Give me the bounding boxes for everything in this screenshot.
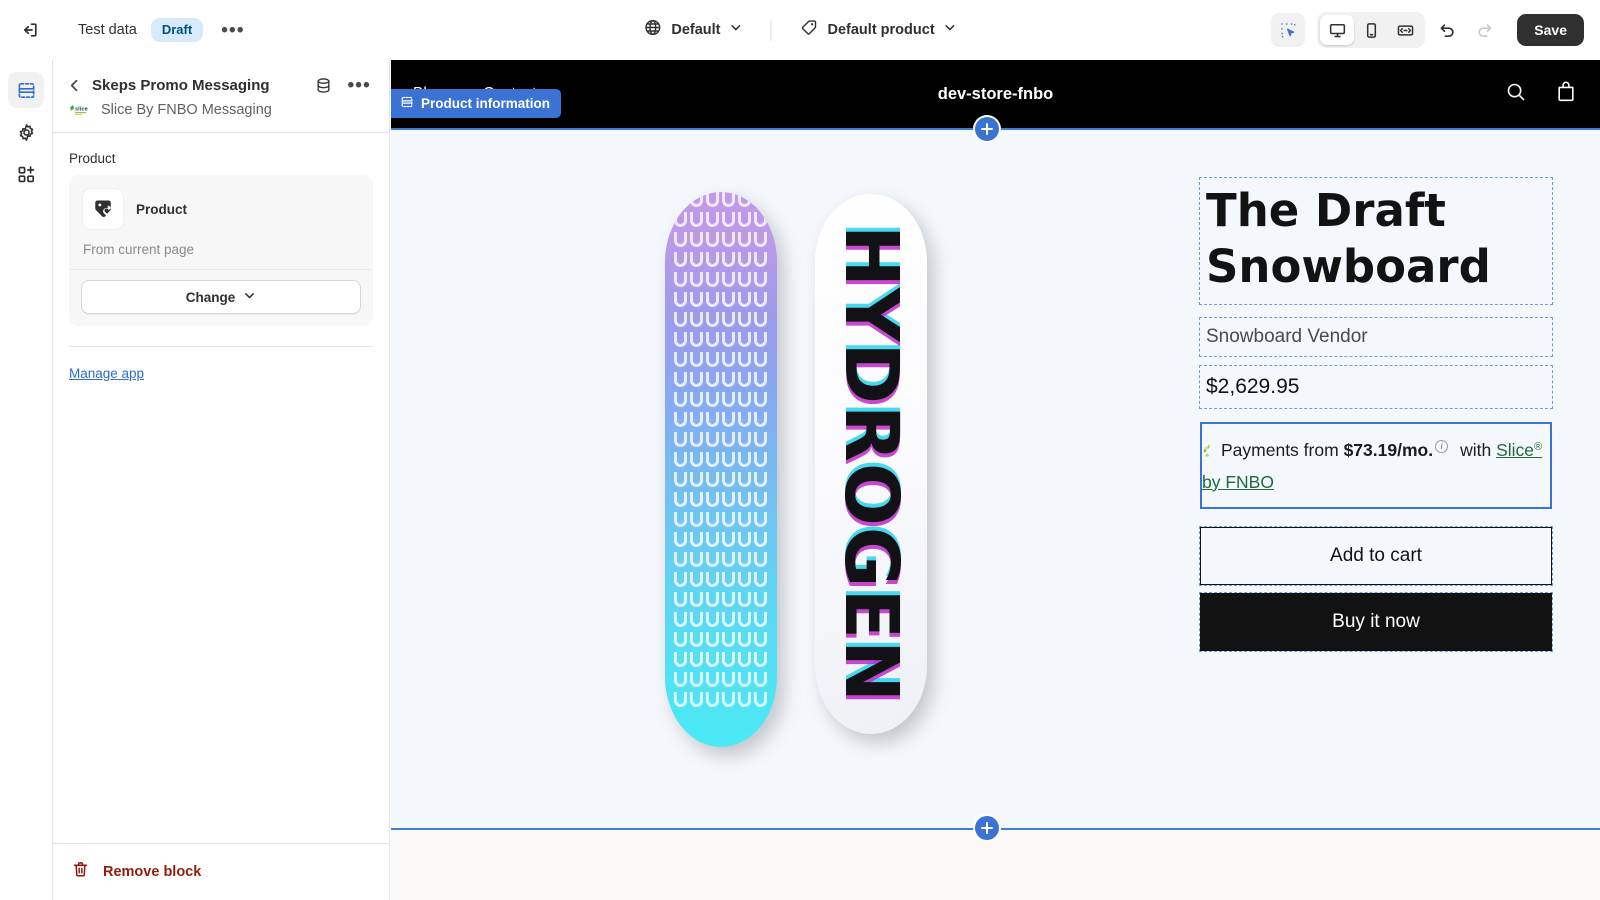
sidebar-body: Product Product From current page Change: [53, 133, 389, 383]
sidebar-app-name: Slice By FNBO Messaging: [101, 102, 272, 118]
theme-preview-canvas: Blog Contact dev-store-fnbo: [391, 60, 1600, 900]
topbar-left-group: Test data Draft •••: [0, 14, 249, 46]
product-tag-icon: [83, 189, 123, 229]
redo-icon: [1469, 14, 1501, 46]
undo-icon[interactable]: [1431, 14, 1463, 46]
slice-financing-text-line2: by FNBO: [1202, 467, 1542, 497]
trash-icon: [71, 860, 90, 884]
chevron-left-icon[interactable]: [67, 78, 82, 93]
product-picker-card: Product From current page Change: [69, 175, 373, 326]
product-title[interactable]: The Draft Snowboard: [1199, 177, 1553, 305]
slice-brand-text: Slice: [1496, 439, 1534, 460]
desktop-icon[interactable]: [1320, 15, 1355, 45]
chevron-down-icon: [730, 21, 743, 39]
shopping-bag-icon[interactable]: [1554, 80, 1578, 109]
product-card-row: Product: [83, 189, 359, 229]
icon-rail: [0, 60, 53, 900]
remove-block-label: Remove block: [103, 864, 202, 880]
topbar-right-group: Save: [1271, 0, 1584, 60]
sidebar-hr: [69, 346, 373, 347]
page-title: Test data: [78, 22, 137, 38]
change-button-label: Change: [185, 289, 236, 305]
product-card-name: Product: [136, 201, 188, 217]
template-selector-label: Default product: [827, 22, 935, 38]
remove-block-button[interactable]: Remove block: [53, 843, 390, 900]
product-image-board-gradient[interactable]: [664, 191, 777, 747]
sidebar-title-row: Skeps Promo Messaging •••: [67, 76, 375, 95]
database-icon[interactable]: [314, 76, 333, 95]
chevron-down-icon: [243, 289, 256, 305]
product-image-board-hydrogen[interactable]: HYDROGEN: [814, 194, 927, 734]
slice-logo: slice: [69, 104, 91, 117]
ellipsis-icon[interactable]: •••: [343, 76, 375, 95]
svg-text:slice: slice: [75, 106, 88, 112]
theme-selector-label: Default: [671, 22, 721, 38]
slice-leaf-icon: [1202, 437, 1217, 467]
globe-icon: [643, 18, 662, 42]
product-card-bottom: Change: [69, 269, 373, 326]
chevron-down-icon: [944, 21, 957, 39]
info-icon[interactable]: i: [1435, 439, 1449, 453]
exit-icon[interactable]: [14, 14, 46, 46]
store-header: Blog Contact dev-store-fnbo: [391, 60, 1600, 141]
fullscreen-icon[interactable]: [1388, 15, 1422, 45]
topbar-center-group: Default Default product: [633, 0, 966, 60]
sidebar-header: Skeps Promo Messaging ••• slice Slice By…: [53, 60, 389, 132]
topbar-divider: [770, 19, 772, 41]
save-button[interactable]: Save: [1517, 14, 1584, 46]
section-badge-product-information[interactable]: Product information: [391, 89, 561, 118]
template-selector[interactable]: Default product: [790, 12, 967, 48]
sidebar-item-sections[interactable]: [8, 72, 44, 108]
section-badge-label: Product information: [421, 96, 550, 111]
add-to-cart-button[interactable]: Add to cart: [1199, 525, 1553, 586]
device-preview-group: [1317, 12, 1426, 48]
manage-app-link[interactable]: Manage app: [69, 366, 144, 381]
product-card-source: From current page: [83, 242, 195, 257]
registered-mark: ®: [1534, 440, 1543, 453]
buy-it-now-button[interactable]: Buy it now: [1199, 591, 1553, 652]
sidebar-item-apps[interactable]: [8, 156, 44, 192]
status-badge: Draft: [150, 18, 204, 42]
sidebar-block-title: Skeps Promo Messaging: [92, 77, 270, 94]
slice-brand-link[interactable]: Slice®: [1496, 440, 1542, 460]
below-fold-area: [391, 830, 1600, 900]
product-info-column: The Draft Snowboard Snowboard Vendor $2,…: [1199, 130, 1600, 828]
financing-with: with: [1460, 439, 1492, 460]
product-card-top: Product From current page: [69, 175, 373, 269]
product-information-section: HYDROGEN The Draft Snowboard Snowboard V…: [391, 130, 1600, 840]
theme-selector[interactable]: Default: [633, 12, 752, 48]
add-section-bottom-button[interactable]: [975, 816, 999, 840]
inspect-select-icon[interactable]: [1271, 13, 1306, 47]
store-name: dev-store-fnbo: [937, 84, 1054, 103]
topbar-more-menu[interactable]: •••: [217, 21, 249, 40]
sidebar-item-theme-settings[interactable]: [8, 114, 44, 150]
product-vendor[interactable]: Snowboard Vendor: [1199, 316, 1553, 357]
search-icon[interactable]: [1504, 80, 1528, 109]
mobile-icon[interactable]: [1354, 15, 1388, 45]
add-section-top-button[interactable]: [975, 117, 999, 141]
top-bar: Test data Draft ••• Default Default prod…: [0, 0, 1600, 60]
change-product-button[interactable]: Change: [81, 280, 361, 314]
product-section-label: Product: [69, 151, 116, 166]
section-icon: [400, 95, 414, 112]
board-pattern: [665, 191, 777, 747]
slice-financing-block[interactable]: Payments from $73.19/mo. i with Slice® by …: [1200, 421, 1552, 509]
block-settings-sidebar: Skeps Promo Messaging ••• slice Slice By…: [53, 60, 390, 900]
slice-brand-suffix-link[interactable]: by FNBO: [1202, 472, 1274, 492]
sidebar-app-row: slice Slice By FNBO Messaging: [67, 95, 375, 132]
store-nav-icons: [1504, 80, 1578, 109]
financing-amount: $73.19/mo.: [1343, 439, 1434, 460]
board-hydrogen-text: HYDROGEN: [827, 224, 914, 704]
financing-prefix: Payments from: [1221, 439, 1339, 460]
product-gallery: HYDROGEN: [391, 130, 1200, 828]
slice-financing-text: Payments from $73.19/mo. i with Slice®: [1202, 435, 1542, 467]
product-price[interactable]: $2,629.95: [1199, 364, 1553, 409]
tag-icon: [800, 18, 819, 42]
